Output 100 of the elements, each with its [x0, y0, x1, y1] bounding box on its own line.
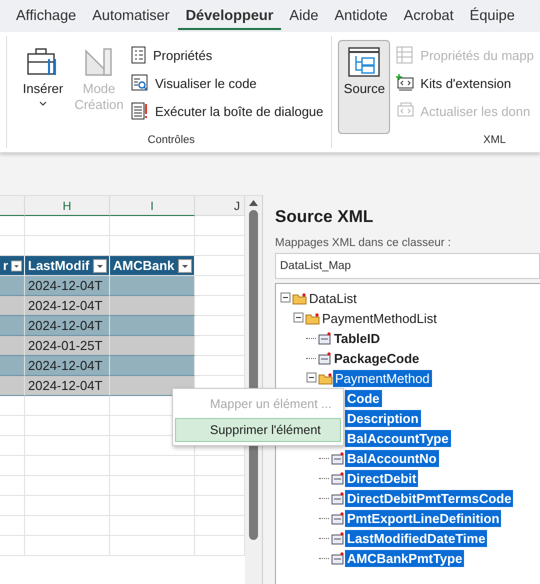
empty-cell[interactable] [25, 456, 110, 476]
collapse-icon[interactable] [306, 372, 318, 384]
empty-cell[interactable] [0, 456, 25, 476]
table-cell: 2024-12-04T [25, 316, 110, 336]
element-icon [318, 332, 332, 344]
empty-cell[interactable] [25, 476, 110, 496]
empty-cell[interactable] [110, 536, 195, 556]
tree-node[interactable]: DirectDebitPmtTermsCode [345, 490, 514, 506]
empty-cell[interactable] [25, 436, 110, 456]
group-label: Contrôles [146, 134, 196, 148]
table-cell [0, 356, 25, 376]
table-cell: 2024-12-04T [25, 296, 110, 316]
ribbon-tab[interactable]: Antidote [326, 2, 396, 30]
folder-icon [292, 292, 307, 304]
empty-cell[interactable] [0, 536, 25, 556]
empty-cell[interactable] [0, 516, 25, 536]
tree-node[interactable]: TableID [332, 330, 382, 346]
tree-node[interactable]: PmtExportLineDefinition [345, 510, 502, 526]
table-cell: 2024-12-04T [25, 376, 110, 396]
view-code-icon [131, 74, 149, 92]
empty-cell[interactable] [25, 516, 110, 536]
empty-cell[interactable] [0, 436, 25, 456]
empty-cell[interactable] [110, 216, 195, 236]
tree-node[interactable]: PaymentMethodList [320, 310, 439, 326]
collapse-icon[interactable] [280, 292, 292, 304]
tree-diagram-icon [348, 47, 380, 77]
element-icon [331, 532, 345, 544]
scroll-up-icon[interactable] [249, 200, 258, 206]
empty-cell[interactable] [0, 496, 25, 516]
table-cell [0, 336, 25, 356]
empty-cell[interactable] [25, 416, 110, 436]
column-header[interactable]: H [25, 196, 110, 216]
empty-cell[interactable] [0, 416, 25, 436]
ribbon-button[interactable]: Propriétés [129, 44, 326, 66]
empty-cell[interactable] [0, 396, 25, 416]
empty-cell[interactable] [110, 496, 195, 516]
pane-title: Source XML [275, 207, 374, 227]
header-label: AMCBank [113, 257, 174, 275]
table-cell: 2024-12-04T [25, 356, 110, 376]
tree-node[interactable]: PackageCode [332, 350, 422, 366]
table-cell: 2024-12-04T [25, 276, 110, 296]
empty-cell[interactable] [0, 476, 25, 496]
tree-node[interactable]: DataList [307, 290, 359, 306]
ribbon-tab[interactable]: Équipe [462, 2, 523, 30]
folder-icon [305, 312, 320, 324]
ribbon-tab[interactable]: Affichage [8, 2, 84, 30]
folder-icon [318, 372, 333, 384]
tree-node[interactable]: Code [345, 390, 382, 406]
ribbon-button[interactable]: Exécuter la boîte de dialogue [129, 100, 326, 122]
empty-cell[interactable] [110, 516, 195, 536]
tree-node[interactable]: AMCBankPmtType [345, 550, 464, 566]
tree-node[interactable]: LastModifiedDateTime [345, 530, 488, 546]
ribbon-tab[interactable]: Développeur [178, 2, 282, 30]
group-label: XML [482, 134, 507, 148]
element-icon [318, 352, 332, 364]
ribbon-tab[interactable]: Acrobat [396, 2, 462, 30]
ribbon-button[interactable]: Visualiser le code [129, 72, 326, 94]
ribbon-button[interactable]: Insérer [17, 40, 69, 134]
element-icon [331, 492, 345, 504]
table-cell [0, 296, 25, 316]
empty-cell[interactable] [25, 216, 110, 236]
table-cell [0, 316, 25, 336]
menu-item[interactable]: Supprimer l'élément [175, 418, 341, 442]
tree-node[interactable]: BalAccountType [345, 430, 451, 446]
empty-cell[interactable] [0, 216, 25, 236]
filter-dropdown-icon[interactable] [11, 258, 22, 272]
filter-dropdown-icon[interactable] [178, 258, 192, 272]
header-label: r [3, 257, 8, 275]
map-dropdown[interactable]: DataList_Map [275, 253, 540, 279]
table-cell: 2024-01-25T [25, 336, 110, 356]
properties-list-icon [131, 46, 147, 64]
tree-node[interactable]: PaymentMethod [333, 370, 432, 386]
ruler-triangle-icon [84, 47, 114, 77]
table-cell [0, 276, 25, 296]
empty-cell[interactable] [25, 496, 110, 516]
maps-label: Mappages XML dans ce classeur : [275, 237, 452, 249]
ribbon-tab[interactable]: Automatiser [84, 2, 178, 30]
ribbon-tab[interactable]: Aide [281, 2, 326, 30]
element-icon [331, 552, 345, 564]
column-header[interactable] [0, 196, 25, 216]
tree-node[interactable]: DirectDebit [345, 470, 418, 486]
dialog-run-icon [131, 102, 149, 120]
column-header[interactable]: I [110, 196, 195, 216]
empty-cell[interactable] [110, 476, 195, 496]
ribbon-button[interactable]: Source [338, 40, 390, 134]
header-label: LastModif [28, 257, 90, 275]
filter-dropdown-icon[interactable] [93, 258, 107, 272]
collapse-icon[interactable] [293, 312, 305, 324]
empty-cell[interactable] [25, 396, 110, 416]
empty-cell[interactable] [25, 536, 110, 556]
element-icon [331, 472, 345, 484]
map-properties-icon [396, 46, 414, 64]
expansion-pack-icon [396, 74, 414, 92]
ribbon-button[interactable]: Kits d'extension [394, 72, 536, 94]
element-icon [331, 452, 345, 464]
tree-node[interactable]: Description [345, 410, 421, 426]
element-icon [331, 512, 345, 524]
column-header[interactable]: J [195, 196, 245, 216]
empty-cell[interactable] [110, 456, 195, 476]
tree-node[interactable]: BalAccountNo [345, 450, 439, 466]
